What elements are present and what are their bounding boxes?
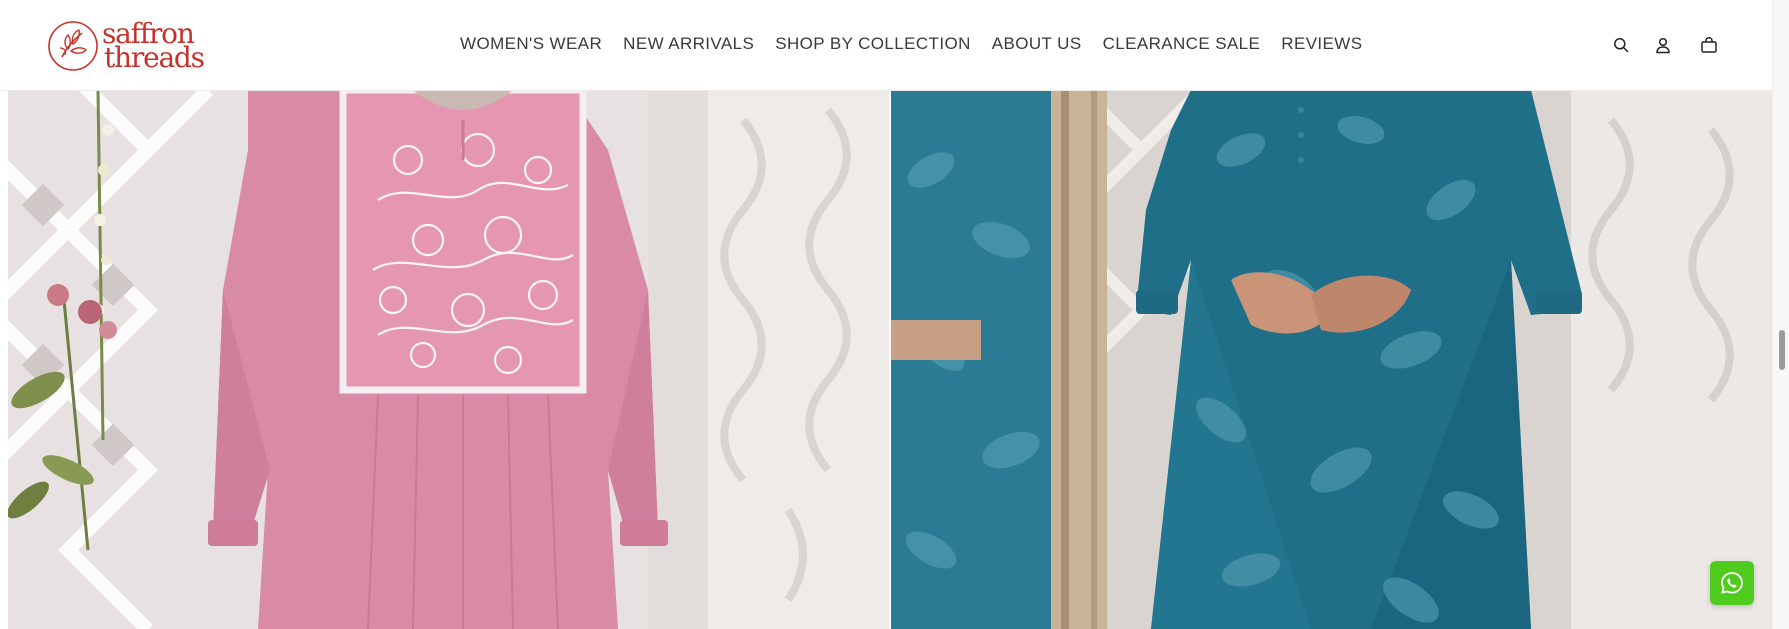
hero-image-teal-dress[interactable] xyxy=(891,90,1772,629)
nav-item-about-us[interactable]: ABOUT US xyxy=(992,34,1082,54)
logo-emblem-icon xyxy=(48,21,98,71)
nav-item-shop-by-collection[interactable]: SHOP BY COLLECTION xyxy=(775,34,971,54)
site-header: saffron threads WOMEN'S WEAR NEW ARRIVAL… xyxy=(0,0,1772,91)
account-icon xyxy=(1656,37,1670,53)
nav-item-new-arrivals[interactable]: NEW ARRIVALS xyxy=(623,34,754,54)
nav-item-reviews[interactable]: REVIEWS xyxy=(1281,34,1362,54)
nav-item-womens-wear[interactable]: WOMEN'S WEAR xyxy=(460,34,602,54)
main-nav: WOMEN'S WEAR NEW ARRIVALS SHOP BY COLLEC… xyxy=(460,30,1362,58)
page: saffron threads WOMEN'S WEAR NEW ARRIVAL… xyxy=(0,0,1789,629)
scrollbar-thumb[interactable] xyxy=(1779,330,1785,370)
cart-icon xyxy=(1701,37,1717,53)
whatsapp-icon xyxy=(1721,572,1743,594)
search-icon xyxy=(1614,38,1629,53)
header-actions xyxy=(1592,32,1722,58)
account-button[interactable] xyxy=(1650,32,1676,58)
page-scrollbar[interactable] xyxy=(1772,0,1789,629)
brand-logo[interactable]: saffron threads xyxy=(46,17,216,75)
brand-line-2: threads xyxy=(104,41,205,74)
whatsapp-chat-button[interactable] xyxy=(1710,561,1754,605)
cart-button[interactable] xyxy=(1696,32,1722,58)
search-button[interactable] xyxy=(1608,32,1634,58)
pink-kurta-illustration xyxy=(8,90,889,629)
brand-wordmark: saffron threads xyxy=(102,20,205,74)
nav-item-clearance-sale[interactable]: CLEARANCE SALE xyxy=(1103,34,1261,54)
teal-dress-illustration xyxy=(891,90,1772,629)
hero-image-pink-kurta[interactable] xyxy=(8,90,889,629)
